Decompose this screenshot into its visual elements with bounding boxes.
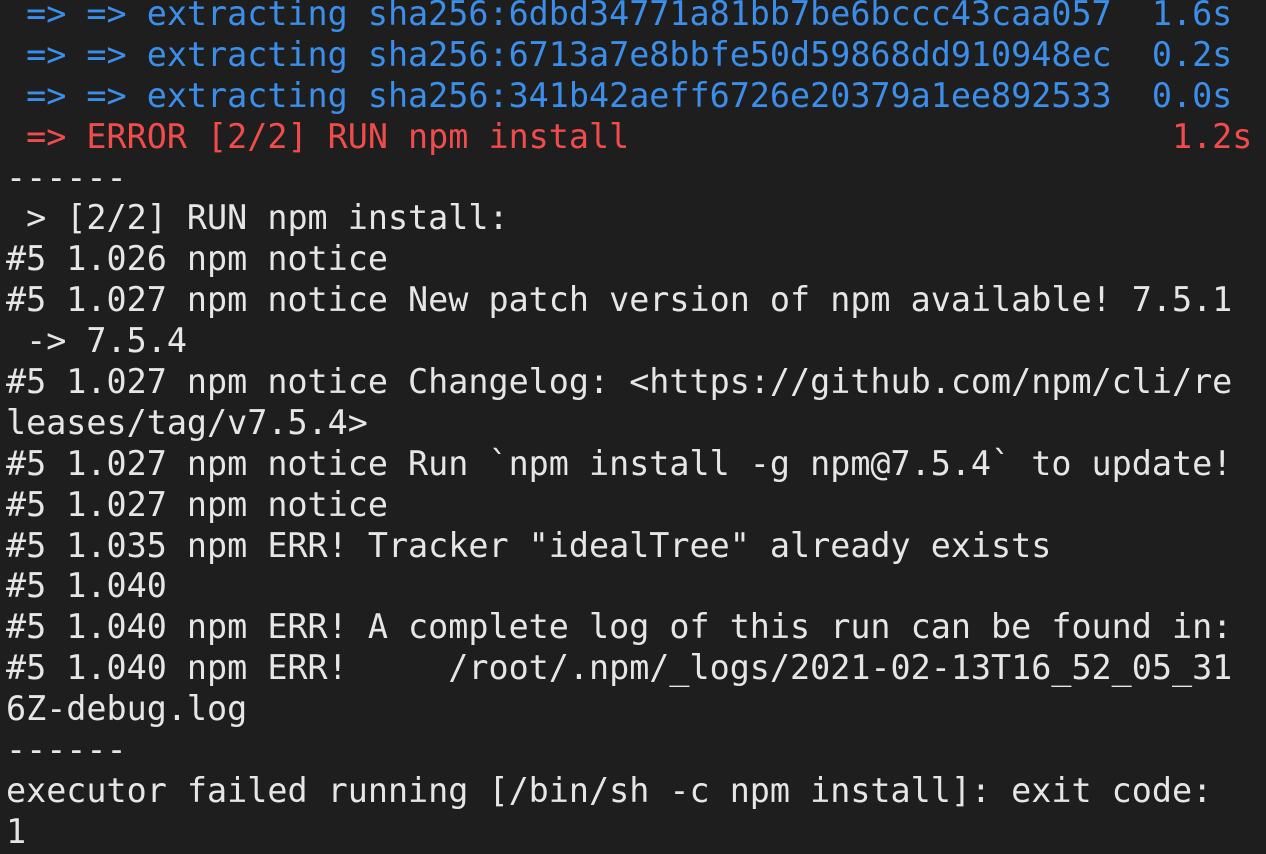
terminal-output: => => extracting sha256:6dbd34771a81bb7b…	[6, 0, 1266, 853]
log-line-step-header: > [2/2] RUN npm install:	[6, 198, 509, 238]
log-line: #5 1.035 npm ERR! Tracker "idealTree" al…	[6, 525, 1052, 565]
log-line: #5 1.027 npm notice New patch version of…	[6, 280, 1233, 320]
log-line: #5 1.027 npm notice Changelog: <https://…	[6, 362, 1233, 402]
log-line-exit-code: 1	[6, 811, 27, 851]
log-line: #5 1.040 npm ERR! /root/.npm/_logs/2021-…	[6, 648, 1233, 688]
log-line: leases/tag/v7.5.4>	[6, 402, 368, 442]
log-line: #5 1.027 npm notice Run `npm install -g …	[6, 443, 1233, 483]
log-line-separator: ------	[6, 730, 127, 770]
log-line-extract-1: => => extracting sha256:6dbd34771a81bb7b…	[6, 0, 1233, 33]
log-line: -> 7.5.4	[6, 321, 187, 361]
log-line-extract-2: => => extracting sha256:6713a7e8bbfe50d5…	[6, 34, 1233, 74]
log-line: #5 1.040	[6, 566, 167, 606]
log-line-executor-error: executor failed running [/bin/sh -c npm …	[6, 770, 1213, 810]
log-line-error-step: => ERROR [2/2] RUN npm install 1.2s	[6, 116, 1253, 156]
log-line-extract-3: => => extracting sha256:341b42aeff6726e2…	[6, 75, 1233, 115]
terminal-window[interactable]: => => extracting sha256:6dbd34771a81bb7b…	[0, 0, 1266, 854]
log-line: 6Z-debug.log	[6, 689, 248, 729]
log-line: #5 1.040 npm ERR! A complete log of this…	[6, 607, 1233, 647]
log-line-separator: ------	[6, 157, 127, 197]
log-line: #5 1.026 npm notice	[6, 239, 388, 279]
log-line: #5 1.027 npm notice	[6, 484, 388, 524]
